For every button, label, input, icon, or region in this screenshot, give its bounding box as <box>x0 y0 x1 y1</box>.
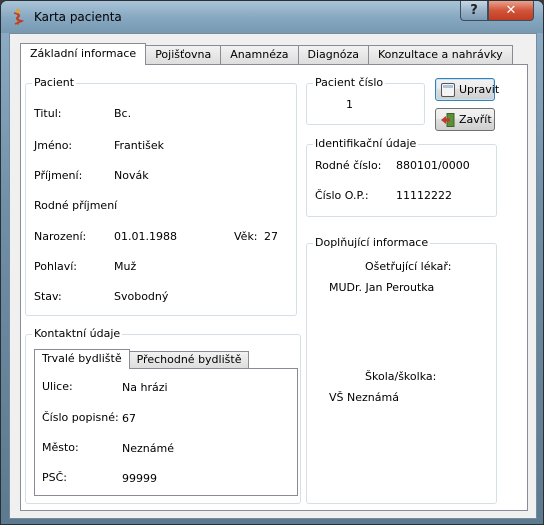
close-window-button[interactable]: ✕ <box>488 1 534 21</box>
caduceus-icon <box>13 8 25 25</box>
narozeni-label: Narození: <box>34 230 87 243</box>
osetrujici-lekar-value: MUDr. Jan Peroutka <box>329 281 435 294</box>
titul-value: Bc. <box>114 107 132 120</box>
cislo-popisne-value: 67 <box>122 412 136 425</box>
group-pacient: Pacient Titul: Bc. Jméno: František Příj… <box>25 76 297 316</box>
tab-konzultace-a-nahravky[interactable]: Konzultace a nahrávky <box>367 45 513 65</box>
mesto-value: Neznámé <box>122 442 174 455</box>
window-title: Karta pacienta <box>34 10 122 24</box>
zavrit-button[interactable]: Zavřít <box>435 108 495 131</box>
rodne-prijmeni-label: Rodné příjmení <box>34 199 118 212</box>
psc-label: PSČ: <box>42 471 68 484</box>
ulice-label: Ulice: <box>42 380 73 393</box>
patient-card-window: Karta pacienta ? ✕ Základní informace Po… <box>0 0 544 525</box>
prijmeni-label: Příjmení: <box>34 169 83 182</box>
jmeno-value: František <box>114 139 164 152</box>
pacient-cislo-value: 1 <box>346 98 353 111</box>
stav-value: Svobodný <box>114 290 169 303</box>
vek-value: 27 <box>264 230 278 243</box>
title-bar[interactable]: Karta pacienta ? ✕ <box>1 1 543 33</box>
zavrit-button-label: Zavřít <box>459 113 492 126</box>
rodne-cislo-label: Rodné číslo: <box>315 159 382 172</box>
group-title-pacient-cislo: Pacient číslo <box>313 76 386 89</box>
group-kontaktni-udaje: Kontaktní údaje Trvalé bydliště Přechodn… <box>25 327 301 504</box>
psc-value: 99999 <box>122 472 157 485</box>
group-identifikacni-udaje: Identifikační údaje Rodné číslo: 880101/… <box>306 137 497 217</box>
skola-value: VŠ Neznámá <box>329 391 399 404</box>
narozeni-value: 01.01.1988 <box>114 230 177 243</box>
exit-icon <box>441 112 455 127</box>
titul-label: Titul: <box>34 107 62 120</box>
edit-icon <box>441 82 455 97</box>
help-button[interactable]: ? <box>460 1 488 21</box>
address-tabs: Trvalé bydliště Přechodné bydliště <box>34 349 250 369</box>
pohlavi-value: Muž <box>114 260 137 273</box>
tab-anamneza[interactable]: Anamnéza <box>220 45 299 65</box>
tab-diagnoza[interactable]: Diagnóza <box>297 45 369 65</box>
client-area: Základní informace Pojišťovna Anamnéza D… <box>9 33 537 519</box>
group-title-doplnujici: Doplňující informace <box>313 236 431 249</box>
tab-zakladni-informace[interactable]: Základní informace <box>20 43 147 65</box>
vek-label: Věk: <box>234 230 258 243</box>
tab-panel-zakladni-informace: Pacient Titul: Bc. Jméno: František Příj… <box>20 64 528 511</box>
address-panel: Ulice: Na hrázi Číslo popisné: 67 Město:… <box>34 368 298 496</box>
tab-pojistovna[interactable]: Pojišťovna <box>145 45 222 65</box>
group-title-identifikace: Identifikační údaje <box>313 137 419 150</box>
prijmeni-value: Novák <box>114 169 149 182</box>
upravit-button-label: Upravit <box>459 83 500 96</box>
jmeno-label: Jméno: <box>34 139 73 152</box>
pohlavi-label: Pohlaví: <box>34 260 78 273</box>
osetrujici-lekar-label: Ošetřující lékař: <box>365 260 452 273</box>
tab-trvale-bydliste[interactable]: Trvalé bydliště <box>34 349 130 369</box>
skola-label: Škola/školka: <box>365 370 437 383</box>
cislo-op-value: 11112222 <box>396 189 452 202</box>
group-title-pacient: Pacient <box>32 76 77 89</box>
cislo-op-label: Číslo O.P.: <box>315 189 369 202</box>
main-tabs: Základní informace Pojišťovna Anamnéza D… <box>20 43 513 65</box>
tab-prechodne-bydliste[interactable]: Přechodné bydliště <box>128 351 250 369</box>
ulice-value: Na hrázi <box>122 381 168 394</box>
upravit-button[interactable]: Upravit <box>435 78 499 101</box>
stav-label: Stav: <box>34 290 62 303</box>
group-doplnujici-informace: Doplňující informace Ošetřující lékař: M… <box>306 236 497 504</box>
group-pacient-cislo: Pacient číslo 1 <box>306 76 425 125</box>
group-title-kontakt: Kontaktní údaje <box>32 327 123 340</box>
rodne-cislo-value: 880101/0000 <box>396 159 470 172</box>
mesto-label: Město: <box>42 441 79 454</box>
cislo-popisne-label: Číslo popisné: <box>42 411 119 424</box>
